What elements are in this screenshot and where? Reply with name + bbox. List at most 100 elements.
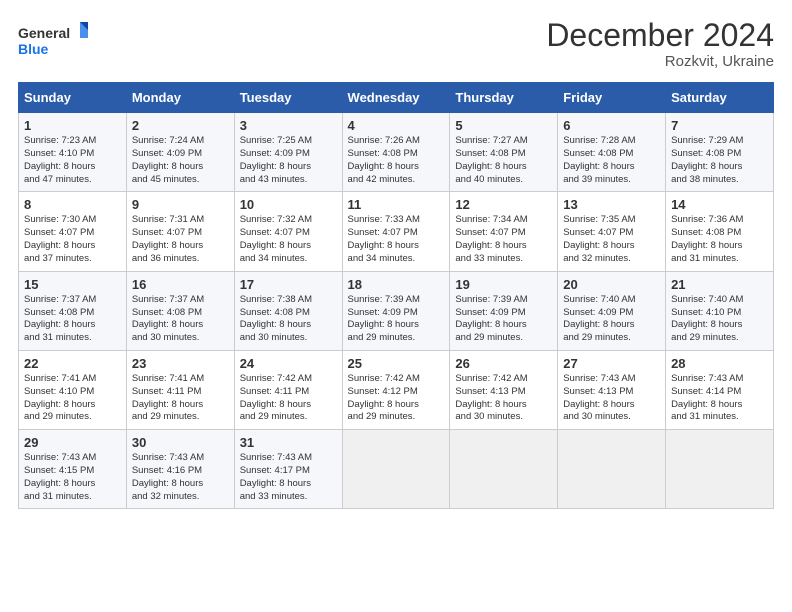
day-info: Sunrise: 7:35 AM Sunset: 4:07 PM Dayligh… [563, 214, 660, 265]
day-info: Sunrise: 7:41 AM Sunset: 4:10 PM Dayligh… [24, 373, 121, 424]
table-row: 24 Sunrise: 7:42 AM Sunset: 4:11 PM Dayli… [234, 350, 342, 429]
col-wednesday: Wednesday [342, 83, 450, 113]
day-number: 2 [132, 118, 229, 133]
day-info: Sunrise: 7:43 AM Sunset: 4:15 PM Dayligh… [24, 452, 121, 503]
day-number: 18 [348, 277, 445, 292]
svg-text:Blue: Blue [18, 41, 49, 57]
table-row: 25Sunrise: 7:42 AM Sunset: 4:12 PM Dayli… [342, 350, 450, 429]
day-number: 29 [24, 435, 121, 450]
day-info: Sunrise: 7:40 AM Sunset: 4:09 PM Dayligh… [563, 294, 660, 345]
col-friday: Friday [558, 83, 666, 113]
table-row: 23Sunrise: 7:41 AM Sunset: 4:11 PM Dayli… [126, 350, 234, 429]
day-number: 11 [348, 197, 445, 212]
table-row: 15Sunrise: 7:37 AM Sunset: 4:08 PM Dayli… [19, 271, 127, 350]
day-number: 26 [455, 356, 552, 371]
table-row: 4 Sunrise: 7:26 AM Sunset: 4:08 PM Daylig… [342, 113, 450, 192]
table-row: 13 Sunrise: 7:35 AM Sunset: 4:07 PM Dayli… [558, 192, 666, 271]
day-info: Sunrise: 7:26 AM Sunset: 4:08 PM Dayligh… [348, 135, 445, 186]
day-number: 21 [671, 277, 768, 292]
header-row: Sunday Monday Tuesday Wednesday Thursday… [19, 83, 774, 113]
week-row-5: 29 Sunrise: 7:43 AM Sunset: 4:15 PM Dayli… [19, 430, 774, 509]
day-number: 17 [240, 277, 337, 292]
col-tuesday: Tuesday [234, 83, 342, 113]
day-number: 5 [455, 118, 552, 133]
month-title: December 2024 [546, 18, 774, 53]
table-row: 2 Sunrise: 7:24 AM Sunset: 4:09 PM Daylig… [126, 113, 234, 192]
day-number: 22 [24, 356, 121, 371]
day-info: Sunrise: 7:43 AM Sunset: 4:13 PM Dayligh… [563, 373, 660, 424]
table-row: 10 Sunrise: 7:32 AM Sunset: 4:07 PM Dayli… [234, 192, 342, 271]
day-number: 4 [348, 118, 445, 133]
logo: General Blue [18, 18, 88, 62]
col-monday: Monday [126, 83, 234, 113]
table-row [342, 430, 450, 509]
table-row: 26 Sunrise: 7:42 AM Sunset: 4:13 PM Dayli… [450, 350, 558, 429]
day-number: 13 [563, 197, 660, 212]
table-row: 27 Sunrise: 7:43 AM Sunset: 4:13 PM Dayli… [558, 350, 666, 429]
day-info: Sunrise: 7:39 AM Sunset: 4:09 PM Dayligh… [455, 294, 552, 345]
day-info: Sunrise: 7:43 AM Sunset: 4:16 PM Dayligh… [132, 452, 229, 503]
table-row: 16Sunrise: 7:37 AM Sunset: 4:08 PM Dayli… [126, 271, 234, 350]
day-number: 27 [563, 356, 660, 371]
week-row-1: 1 Sunrise: 7:23 AM Sunset: 4:10 PM Daylig… [19, 113, 774, 192]
table-row: 30 Sunrise: 7:43 AM Sunset: 4:16 PM Dayli… [126, 430, 234, 509]
day-info: Sunrise: 7:37 AM Sunset: 4:08 PM Dayligh… [24, 294, 121, 345]
day-info: Sunrise: 7:42 AM Sunset: 4:13 PM Dayligh… [455, 373, 552, 424]
day-number: 8 [24, 197, 121, 212]
table-row: 12 Sunrise: 7:34 AM Sunset: 4:07 PM Dayli… [450, 192, 558, 271]
table-row: 3Sunrise: 7:25 AM Sunset: 4:09 PM Daylig… [234, 113, 342, 192]
page: General Blue December 2024 Rozkvit, Ukra… [0, 0, 792, 612]
week-row-3: 15Sunrise: 7:37 AM Sunset: 4:08 PM Dayli… [19, 271, 774, 350]
title-block: December 2024 Rozkvit, Ukraine [546, 18, 774, 70]
table-row: 8 Sunrise: 7:30 AM Sunset: 4:07 PM Daylig… [19, 192, 127, 271]
day-info: Sunrise: 7:30 AM Sunset: 4:07 PM Dayligh… [24, 214, 121, 265]
day-info: Sunrise: 7:38 AM Sunset: 4:08 PM Dayligh… [240, 294, 337, 345]
table-row: 21Sunrise: 7:40 AM Sunset: 4:10 PM Dayli… [666, 271, 774, 350]
day-info: Sunrise: 7:31 AM Sunset: 4:07 PM Dayligh… [132, 214, 229, 265]
col-thursday: Thursday [450, 83, 558, 113]
day-number: 12 [455, 197, 552, 212]
table-row: 1 Sunrise: 7:23 AM Sunset: 4:10 PM Daylig… [19, 113, 127, 192]
day-number: 6 [563, 118, 660, 133]
day-number: 31 [240, 435, 337, 450]
table-row: 9 Sunrise: 7:31 AM Sunset: 4:07 PM Daylig… [126, 192, 234, 271]
day-info: Sunrise: 7:33 AM Sunset: 4:07 PM Dayligh… [348, 214, 445, 265]
day-number: 30 [132, 435, 229, 450]
table-row: 6 Sunrise: 7:28 AM Sunset: 4:08 PM Daylig… [558, 113, 666, 192]
day-info: Sunrise: 7:34 AM Sunset: 4:07 PM Dayligh… [455, 214, 552, 265]
table-row: 22 Sunrise: 7:41 AM Sunset: 4:10 PM Dayli… [19, 350, 127, 429]
header: General Blue December 2024 Rozkvit, Ukra… [18, 18, 774, 70]
table-row: 19Sunrise: 7:39 AM Sunset: 4:09 PM Dayli… [450, 271, 558, 350]
week-row-2: 8 Sunrise: 7:30 AM Sunset: 4:07 PM Daylig… [19, 192, 774, 271]
day-number: 1 [24, 118, 121, 133]
day-number: 16 [132, 277, 229, 292]
col-sunday: Sunday [19, 83, 127, 113]
day-info: Sunrise: 7:29 AM Sunset: 4:08 PM Dayligh… [671, 135, 768, 186]
table-row: 14Sunrise: 7:36 AM Sunset: 4:08 PM Dayli… [666, 192, 774, 271]
logo-svg: General Blue [18, 18, 88, 62]
day-info: Sunrise: 7:43 AM Sunset: 4:14 PM Dayligh… [671, 373, 768, 424]
day-info: Sunrise: 7:23 AM Sunset: 4:10 PM Dayligh… [24, 135, 121, 186]
day-info: Sunrise: 7:42 AM Sunset: 4:12 PM Dayligh… [348, 373, 445, 424]
day-info: Sunrise: 7:28 AM Sunset: 4:08 PM Dayligh… [563, 135, 660, 186]
day-number: 23 [132, 356, 229, 371]
table-row [558, 430, 666, 509]
day-info: Sunrise: 7:42 AM Sunset: 4:11 PM Dayligh… [240, 373, 337, 424]
day-info: Sunrise: 7:39 AM Sunset: 4:09 PM Dayligh… [348, 294, 445, 345]
table-row: 31Sunrise: 7:43 AM Sunset: 4:17 PM Dayli… [234, 430, 342, 509]
day-info: Sunrise: 7:32 AM Sunset: 4:07 PM Dayligh… [240, 214, 337, 265]
day-info: Sunrise: 7:27 AM Sunset: 4:08 PM Dayligh… [455, 135, 552, 186]
day-number: 10 [240, 197, 337, 212]
table-row: 20Sunrise: 7:40 AM Sunset: 4:09 PM Dayli… [558, 271, 666, 350]
day-number: 24 [240, 356, 337, 371]
day-number: 7 [671, 118, 768, 133]
table-row: 28Sunrise: 7:43 AM Sunset: 4:14 PM Dayli… [666, 350, 774, 429]
table-row: 17 Sunrise: 7:38 AM Sunset: 4:08 PM Dayli… [234, 271, 342, 350]
table-row: 18 Sunrise: 7:39 AM Sunset: 4:09 PM Dayli… [342, 271, 450, 350]
day-number: 3 [240, 118, 337, 133]
table-row: 5 Sunrise: 7:27 AM Sunset: 4:08 PM Daylig… [450, 113, 558, 192]
col-saturday: Saturday [666, 83, 774, 113]
table-row: 11 Sunrise: 7:33 AM Sunset: 4:07 PM Dayli… [342, 192, 450, 271]
day-info: Sunrise: 7:24 AM Sunset: 4:09 PM Dayligh… [132, 135, 229, 186]
day-number: 9 [132, 197, 229, 212]
